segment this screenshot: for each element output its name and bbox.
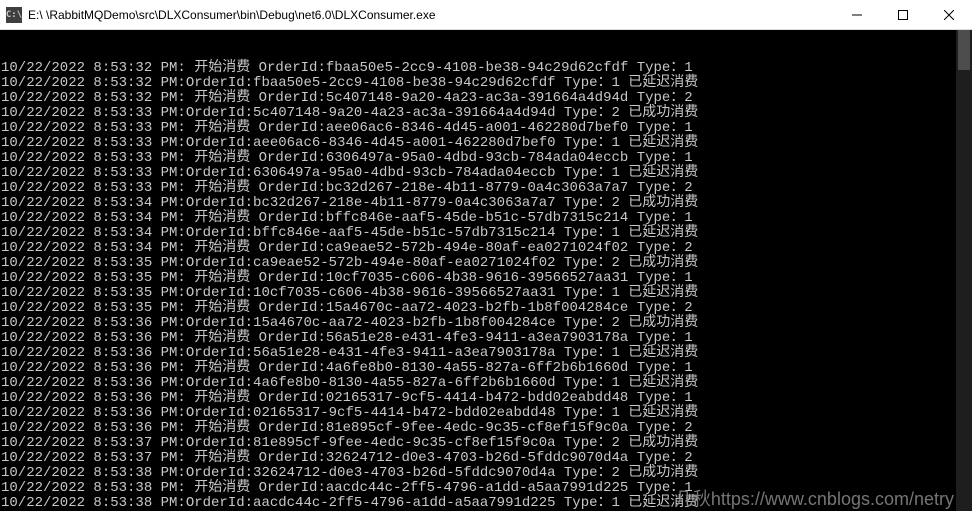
console-line: 10/22/2022 8:53:37 PM:OrderId:81e895cf-9… [1,436,971,451]
console-line: 10/22/2022 8:53:36 PM: 开始消费 OrderId:0216… [1,391,971,406]
console-line: 10/22/2022 8:53:36 PM:OrderId:15a4670c-a… [1,316,971,331]
minimize-button[interactable] [834,0,880,30]
console-line: 10/22/2022 8:53:37 PM: 开始消费 OrderId:3262… [1,451,971,466]
console-line: 10/22/2022 8:53:35 PM: 开始消费 OrderId:15a4… [1,301,971,316]
console-output[interactable]: 10/22/2022 8:53:32 PM: 开始消费 OrderId:fbaa… [0,30,972,511]
console-line: 10/22/2022 8:53:33 PM: 开始消费 OrderId:aee0… [1,121,971,136]
window-title: E:\ \RabbitMQDemo\src\DLXConsumer\bin\De… [28,8,834,22]
console-line: 10/22/2022 8:53:35 PM:OrderId:10cf7035-c… [1,286,971,301]
console-line: 10/22/2022 8:53:38 PM:OrderId:aacdc44c-2… [1,496,971,511]
console-line: 10/22/2022 8:53:33 PM: 开始消费 OrderId:bc32… [1,181,971,196]
console-line: 10/22/2022 8:53:33 PM:OrderId:5c407148-9… [1,106,971,121]
console-line: 10/22/2022 8:53:38 PM:OrderId:32624712-d… [1,466,971,481]
console-line: 10/22/2022 8:53:36 PM:OrderId:4a6fe8b0-8… [1,376,971,391]
console-line: 10/22/2022 8:53:36 PM: 开始消费 OrderId:56a5… [1,331,971,346]
console-line: 10/22/2022 8:53:32 PM: 开始消费 OrderId:5c40… [1,91,971,106]
console-line: 10/22/2022 8:53:34 PM: 开始消费 OrderId:bffc… [1,211,971,226]
window-controls [834,0,972,30]
console-line: 10/22/2022 8:53:36 PM: 开始消费 OrderId:81e8… [1,421,971,436]
close-button[interactable] [926,0,972,30]
console-line: 10/22/2022 8:53:34 PM: 开始消费 OrderId:ca9e… [1,241,971,256]
console-line: 10/22/2022 8:53:34 PM:OrderId:bffc846e-a… [1,226,971,241]
console-line: 10/22/2022 8:53:33 PM: 开始消费 OrderId:6306… [1,151,971,166]
console-line: 10/22/2022 8:53:36 PM:OrderId:02165317-9… [1,406,971,421]
console-line: 10/22/2022 8:53:36 PM: 开始消费 OrderId:4a6f… [1,361,971,376]
app-icon: C:\ [6,7,22,23]
vertical-scrollbar[interactable] [956,30,972,511]
console-line: 10/22/2022 8:53:33 PM:OrderId:6306497a-9… [1,166,971,181]
console-line: 10/22/2022 8:53:35 PM:OrderId:ca9eae52-5… [1,256,971,271]
console-line: 10/22/2022 8:53:36 PM:OrderId:56a51e28-e… [1,346,971,361]
console-line: 10/22/2022 8:53:34 PM:OrderId:bc32d267-2… [1,196,971,211]
scrollbar-thumb[interactable] [958,30,970,70]
console-line: 10/22/2022 8:53:35 PM: 开始消费 OrderId:10cf… [1,271,971,286]
console-line: 10/22/2022 8:53:32 PM: 开始消费 OrderId:fbaa… [1,61,971,76]
console-line: 10/22/2022 8:53:33 PM:OrderId:aee06ac6-8… [1,136,971,151]
console-line: 10/22/2022 8:53:38 PM: 开始消费 OrderId:aacd… [1,481,971,496]
window-titlebar: C:\ E:\ \RabbitMQDemo\src\DLXConsumer\bi… [0,0,972,30]
console-line: 10/22/2022 8:53:32 PM:OrderId:fbaa50e5-2… [1,76,971,91]
maximize-button[interactable] [880,0,926,30]
